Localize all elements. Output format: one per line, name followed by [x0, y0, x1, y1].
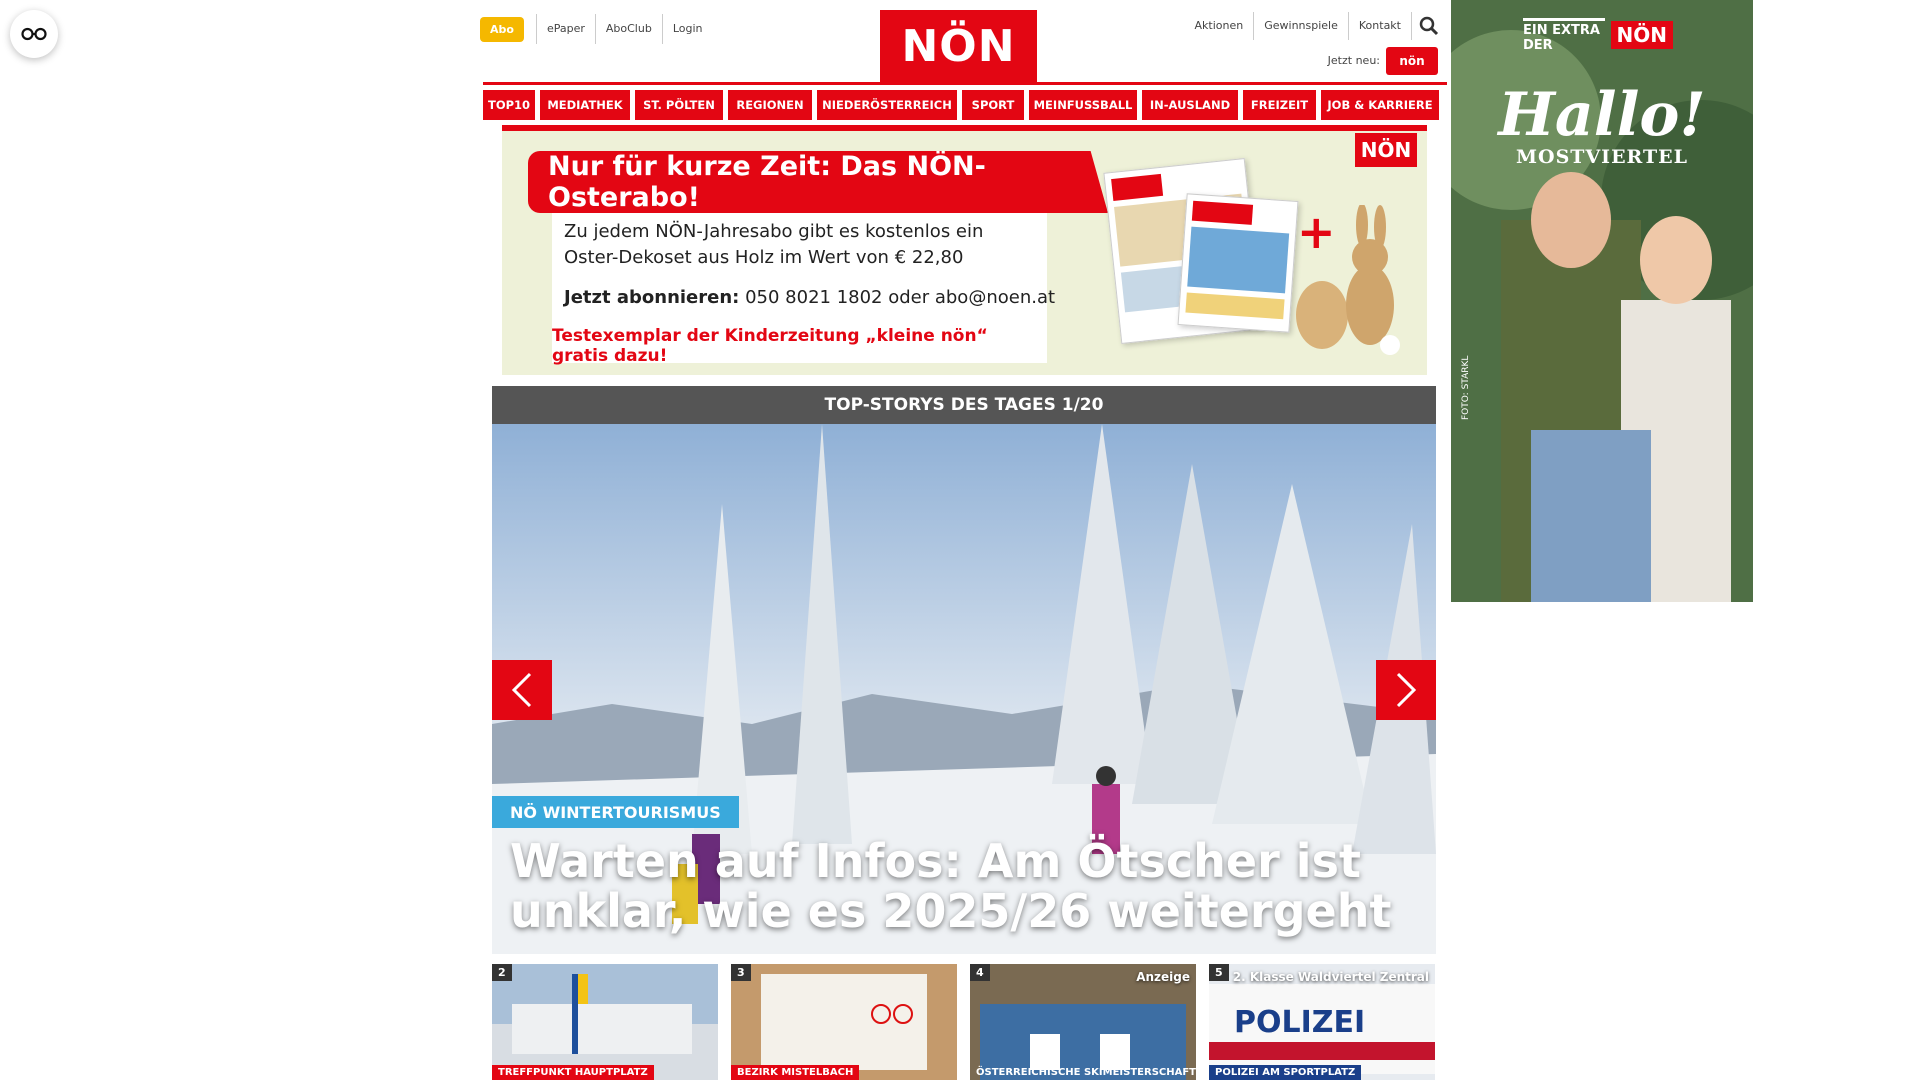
- osterabo-banner-ad[interactable]: Nur für kurze Zeit: Das NÖN-Osterabo! Zu…: [502, 125, 1427, 375]
- ad-noen-logo: NÖN: [1610, 21, 1673, 49]
- banner-cta-value: 050 8021 1802 oder abo@noen.at: [739, 287, 1056, 308]
- main-nav: TOP10 MEDIATHEK ST. PÖLTEN REGIONEN NIED…: [483, 90, 1447, 120]
- banner-cta-label: Jetzt abonnieren:: [564, 287, 740, 308]
- nav-item-meinfussball[interactable]: MEINFUSSBALL: [1029, 90, 1137, 120]
- nav-item-st-poelten[interactable]: ST. PÖLTEN: [635, 90, 723, 120]
- svg-text:POLIZEI: POLIZEI: [1234, 1005, 1365, 1040]
- kontakt-link[interactable]: Kontakt: [1349, 12, 1412, 40]
- thumbnail-tag: TREFFPUNKT HAUPTPLATZ: [492, 1065, 654, 1080]
- story-headline[interactable]: Warten auf Infos: Am Ötscher ist unklar,…: [510, 836, 1410, 936]
- thumbnail-label: Anzeige: [1136, 970, 1190, 984]
- kinderzeitung-image: [1177, 193, 1299, 333]
- prev-story-button[interactable]: [492, 660, 552, 720]
- story-thumbnail[interactable]: POLIZEI 5 2. Klasse Waldviertel Zentral …: [1209, 964, 1435, 1080]
- nav-item-in-ausland[interactable]: IN-AUSLAND: [1142, 90, 1238, 120]
- abo-button[interactable]: Abo: [480, 16, 524, 42]
- next-story-button[interactable]: [1376, 660, 1436, 720]
- story-category-tag[interactable]: NÖ WINTERTOURISMUS: [492, 796, 739, 828]
- search-icon[interactable]: [1416, 13, 1442, 39]
- story-thumbnail[interactable]: 2 TREFFPUNKT HAUPTPLATZ: [492, 964, 718, 1080]
- nav-item-sport[interactable]: SPORT: [962, 90, 1024, 120]
- banner-description: Zu jedem NÖN-Jahresabo gibt es kostenlos…: [564, 219, 1034, 271]
- banner-noen-logo: NÖN: [1355, 133, 1417, 167]
- gewinnspiele-link[interactable]: Gewinnspiele: [1254, 12, 1349, 40]
- top-right-links: Aktionen Gewinnspiele Kontakt: [1185, 12, 1442, 40]
- nav-item-mediathek[interactable]: MEDIATHEK: [540, 90, 630, 120]
- top-left-links: Abo ePaper AboClub Login: [480, 14, 713, 44]
- aboclub-link[interactable]: AboClub: [594, 14, 662, 44]
- glasses-icon: [21, 27, 47, 41]
- banner-note: Testexemplar der Kinderzeitung „kleine n…: [552, 326, 1047, 366]
- thumbnail-label: 2. Klasse Waldviertel Zentral: [1232, 970, 1429, 984]
- ad-extra-label: EIN EXTRA DER NÖN: [1523, 17, 1673, 53]
- banner-top-stripe: [502, 125, 1427, 131]
- thumbnail-number: 4: [970, 964, 990, 981]
- top-stories-header: TOP-STORYS DES TAGES 1/20: [492, 386, 1436, 424]
- banner-line-2: Oster-Dekoset aus Holz im Wert von € 22,…: [564, 247, 964, 268]
- thumbnail-number: 5: [1209, 964, 1229, 981]
- thumbnail-number: 2: [492, 964, 512, 981]
- ad-mostviertel-subtitle: MOSTVIERTEL: [1516, 146, 1688, 168]
- banner-cta: Jetzt abonnieren: 050 8021 1802 oder abo…: [564, 287, 1055, 308]
- chevron-right-icon: [1396, 672, 1417, 708]
- epaper-link[interactable]: ePaper: [535, 14, 595, 44]
- reader-mode-button[interactable]: [10, 10, 58, 58]
- thumbnail-number: 3: [731, 964, 751, 981]
- ad-extra-text: EIN EXTRA DER: [1523, 17, 1605, 53]
- nav-item-niederoesterreich[interactable]: NIEDERÖSTERREICH: [817, 90, 957, 120]
- thumbnail-tag: BEZIRK MISTELBACH: [731, 1065, 860, 1080]
- chevron-left-icon: [511, 672, 532, 708]
- jetzt-neu-label: Jetzt neu:: [1327, 54, 1380, 67]
- login-link[interactable]: Login: [661, 14, 713, 44]
- kleine-noen-logo[interactable]: nön: [1386, 47, 1438, 75]
- ad-hallo-title: Hallo!: [1498, 80, 1706, 150]
- thumbnail-image: [492, 964, 718, 1080]
- story-thumbnail[interactable]: 3 BEZIRK MISTELBACH: [731, 964, 957, 1080]
- aktionen-link[interactable]: Aktionen: [1185, 12, 1255, 40]
- hallo-mostviertel-ad[interactable]: EIN EXTRA DER NÖN Hallo! MOSTVIERTEL FOT…: [1451, 0, 1753, 602]
- easter-bunny-image: [1296, 205, 1400, 355]
- nav-item-top10[interactable]: TOP10: [483, 90, 535, 120]
- nav-item-regionen[interactable]: REGIONEN: [728, 90, 812, 120]
- noen-logo[interactable]: NÖN: [880, 10, 1037, 83]
- ad-photo-credit: FOTO: STARKL: [1461, 355, 1471, 420]
- nav-item-job-karriere[interactable]: JOB & KARRIERE: [1321, 90, 1439, 120]
- thumbnail-image: [731, 964, 957, 1080]
- thumbnail-tag: ÖSTERREICHISCHE SKIMEISTERSCHAFT: [976, 1067, 1196, 1078]
- header-divider: [483, 82, 1447, 85]
- thumbnail-tag: POLIZEI AM SPORTPLATZ: [1209, 1065, 1362, 1080]
- banner-line-1: Zu jedem NÖN-Jahresabo gibt es kostenlos…: [564, 221, 984, 242]
- story-thumbnail[interactable]: 4 Anzeige ÖSTERREICHISCHE SKIMEISTERSCHA…: [970, 964, 1196, 1080]
- banner-headline: Nur für kurze Zeit: Das NÖN-Osterabo!: [528, 151, 1108, 213]
- nav-item-freizeit[interactable]: FREIZEIT: [1243, 90, 1316, 120]
